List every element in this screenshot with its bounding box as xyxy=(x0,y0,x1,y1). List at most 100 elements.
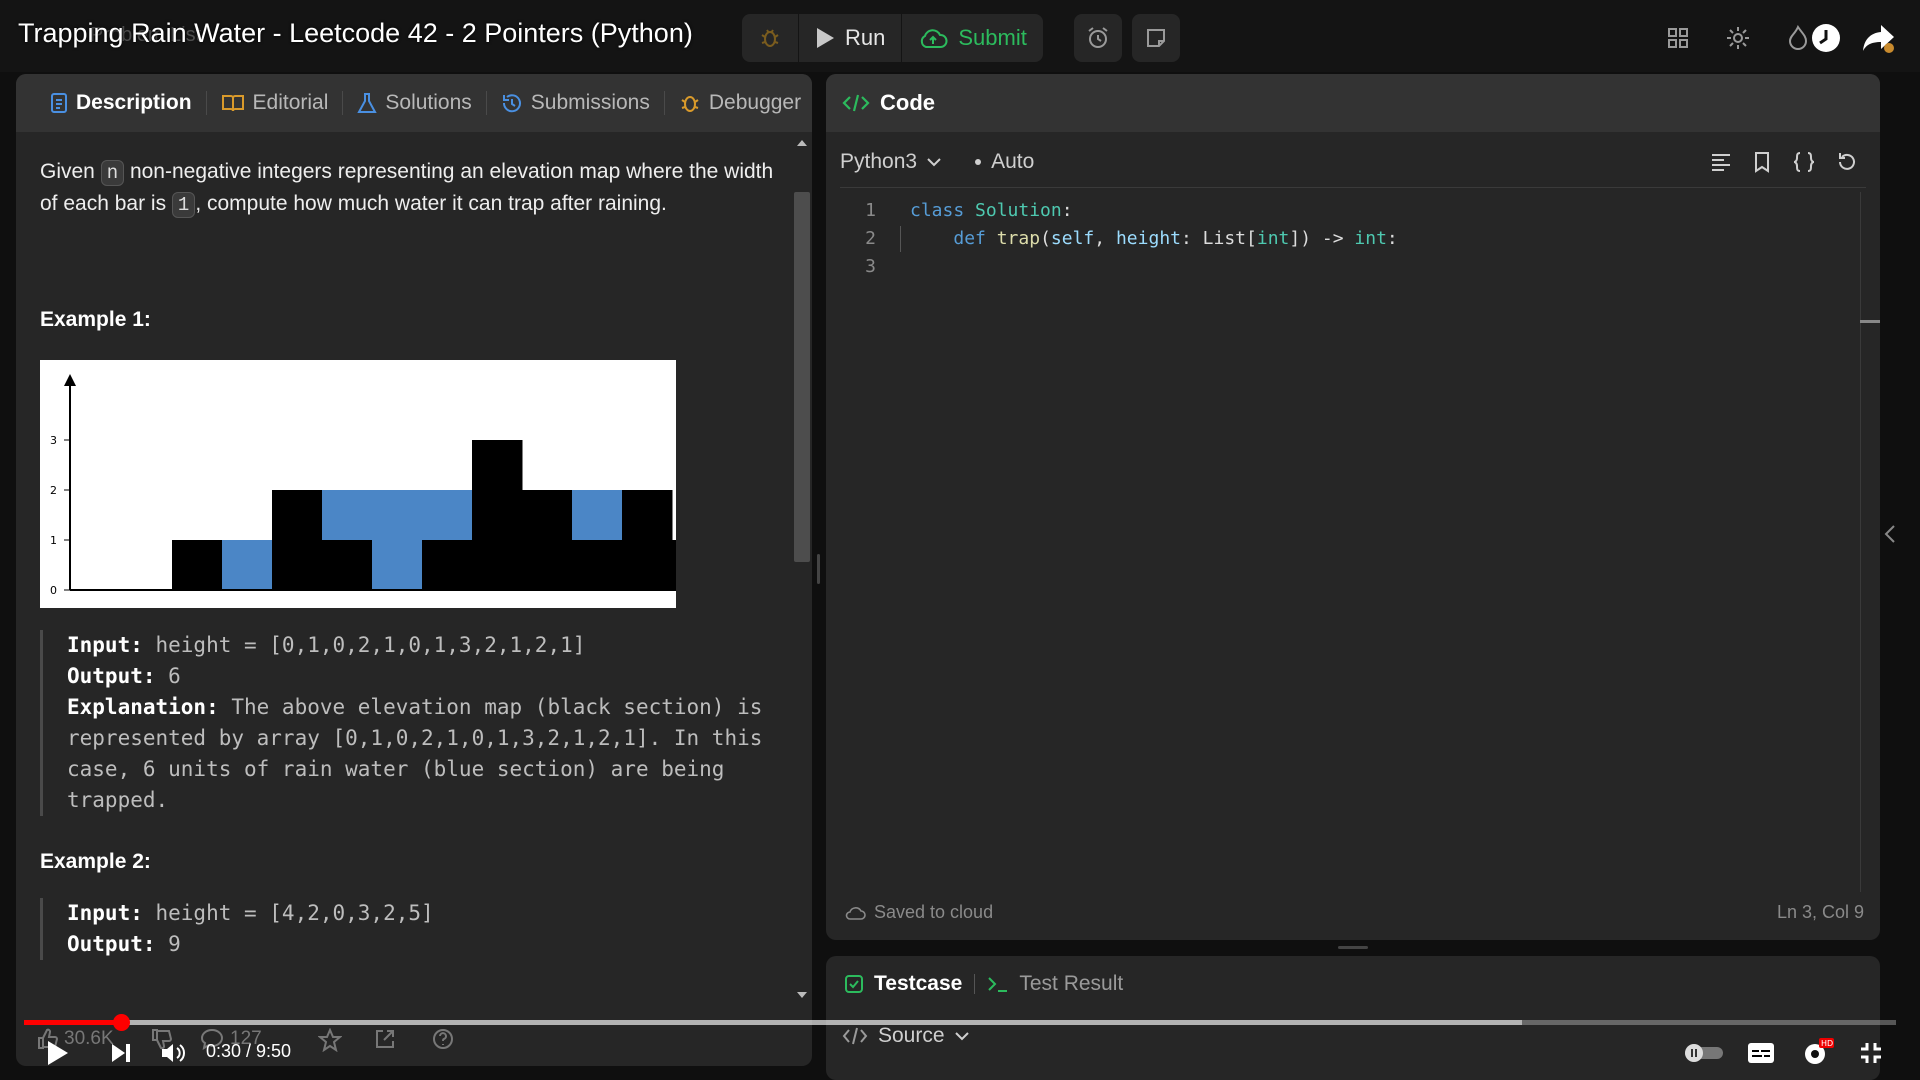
played-bar xyxy=(24,1020,122,1025)
curly-braces-icon[interactable] xyxy=(1792,151,1816,173)
volume-icon xyxy=(162,1044,185,1062)
tab-debugger[interactable]: Debugger xyxy=(665,91,812,115)
tab-editorial[interactable]: Editorial xyxy=(207,91,344,115)
explanation-label: Explanation: xyxy=(67,695,219,719)
format-lines-icon[interactable] xyxy=(1710,151,1732,173)
tab-label: Description xyxy=(76,91,192,114)
y-axis-arrow xyxy=(64,374,76,386)
submit-button[interactable]: Submit xyxy=(902,14,1042,62)
elevation-bar xyxy=(672,540,723,590)
output-label: Output: xyxy=(67,932,156,956)
code-line-text: def trap(self, height: List[int]) -> int… xyxy=(953,227,1398,249)
video-title[interactable]: Trapping Rain Water - Leetcode 42 - 2 Po… xyxy=(18,18,693,49)
favorite-star-icon[interactable] xyxy=(318,1028,342,1052)
language-select[interactable]: Python3 xyxy=(840,150,941,174)
bookmark-icon[interactable] xyxy=(1752,151,1772,173)
tab-description[interactable]: Description xyxy=(36,91,207,115)
panel-resize-handle[interactable] xyxy=(1338,946,1368,949)
elevation-bar xyxy=(172,540,223,590)
tab-label: Editorial xyxy=(252,91,329,114)
code-line: 2 def trap(self, height: List[int]) -> i… xyxy=(826,224,1398,252)
chevron-down-icon xyxy=(954,1031,969,1041)
elevation-map-figure: 0 1 2 3 xyxy=(40,360,723,608)
note-icon xyxy=(1145,27,1167,49)
editor-status-bar: Saved to cloud Ln 3, Col 9 xyxy=(844,902,1864,923)
tab-submissions[interactable]: Submissions xyxy=(487,91,665,115)
settings-gear-icon[interactable] xyxy=(1720,20,1756,56)
notes-button[interactable] xyxy=(1132,14,1180,62)
water-bar xyxy=(322,490,373,540)
external-link-icon[interactable] xyxy=(374,1028,396,1050)
code-line-text: class Solution: xyxy=(910,199,1073,221)
input-label: Input: xyxy=(67,633,143,657)
description-panel: Description Editorial Solutions Submissi… xyxy=(16,74,812,1066)
dot-icon xyxy=(975,158,982,165)
water-bar xyxy=(372,490,423,590)
y-tick-label: 2 xyxy=(50,484,57,497)
settings-button[interactable]: HD xyxy=(1800,1034,1836,1070)
help-circle-icon[interactable] xyxy=(432,1028,454,1050)
collapse-chevron-icon[interactable] xyxy=(1880,522,1900,546)
water-bar xyxy=(222,540,273,590)
submit-label: Submit xyxy=(958,25,1027,50)
elevation-bar xyxy=(472,440,523,590)
autoplay-toggle[interactable] xyxy=(1684,1040,1724,1066)
timer-button[interactable] xyxy=(1074,14,1122,62)
tab-solutions[interactable]: Solutions xyxy=(343,91,487,115)
reset-icon[interactable] xyxy=(1836,151,1858,173)
input-value: height = [4,2,0,3,2,5] xyxy=(142,901,434,925)
elevation-chart: 0 1 2 3 xyxy=(50,374,723,597)
play-button[interactable] xyxy=(40,1036,74,1070)
example-1-heading: Example 1: xyxy=(40,308,151,331)
elevation-bar xyxy=(622,490,673,590)
run-label: Run xyxy=(845,25,886,50)
output-value: 9 xyxy=(155,932,181,956)
run-button[interactable]: Run xyxy=(799,14,903,62)
code-brackets-icon xyxy=(842,1026,868,1046)
tab-test-result[interactable]: Test Result xyxy=(987,972,1123,996)
code-panel: Code Python3 Auto 1 class Solution: 2 de… xyxy=(826,74,1880,940)
source-dropdown[interactable]: Source xyxy=(842,1024,969,1048)
tab-label: Debugger xyxy=(708,91,802,114)
video-progress-bar[interactable] xyxy=(24,1014,1896,1031)
alarm-clock-icon xyxy=(1086,26,1110,50)
bug-icon xyxy=(679,92,701,114)
minimap-cursor xyxy=(1860,320,1880,323)
next-button[interactable] xyxy=(104,1036,138,1070)
autoplay-toggle-icon xyxy=(1685,1044,1723,1062)
run-toolbar: Run Submit xyxy=(742,14,1043,62)
elevation-bar xyxy=(272,490,323,590)
editor-actions xyxy=(1710,151,1866,173)
elevation-bar xyxy=(522,490,573,590)
share-arrow-icon[interactable] xyxy=(1860,20,1896,56)
tab-label: Solutions xyxy=(385,91,472,114)
example-2-heading: Example 2: xyxy=(40,850,151,873)
scrollbar-thumb[interactable] xyxy=(794,192,810,562)
saved-status-text: Saved to cloud xyxy=(874,902,994,922)
vertical-resize-handle[interactable] xyxy=(817,554,820,584)
captions-button[interactable] xyxy=(1744,1038,1778,1068)
tab-testcase[interactable]: Testcase xyxy=(844,972,962,996)
indent-guide xyxy=(900,226,901,252)
tab-divider xyxy=(974,974,976,994)
elevation-bar xyxy=(572,540,623,590)
layout-grid-icon[interactable] xyxy=(1660,20,1696,56)
exit-fullscreen-button[interactable] xyxy=(1856,1038,1886,1068)
debug-button[interactable] xyxy=(742,14,799,62)
buffered-bar xyxy=(24,1020,1522,1025)
problem-description: Given n non-negative integers representi… xyxy=(40,156,780,220)
test-result-label: Test Result xyxy=(1019,972,1124,995)
saved-status: Saved to cloud xyxy=(844,902,993,923)
line-number: 2 xyxy=(865,227,876,249)
svg-text:HD: HD xyxy=(1821,1039,1833,1048)
elevation-bar xyxy=(322,540,373,590)
inline-code-1: 1 xyxy=(171,192,196,218)
volume-button[interactable] xyxy=(156,1036,192,1070)
video-frame: Problem List Trapping Rain Water - Leetc… xyxy=(0,0,1920,1080)
watch-later-clock-icon[interactable] xyxy=(1808,20,1844,56)
auto-mode[interactable]: Auto xyxy=(975,150,1034,174)
exit-fullscreen-icon xyxy=(1861,1043,1881,1063)
code-editor[interactable]: 1 class Solution: 2 def trap(self, heigh… xyxy=(826,192,1880,892)
editor-toolbar: Python3 Auto xyxy=(840,136,1866,188)
example-1-block: Input: height = [0,1,0,2,1,0,1,3,2,1,2,1… xyxy=(40,630,780,816)
